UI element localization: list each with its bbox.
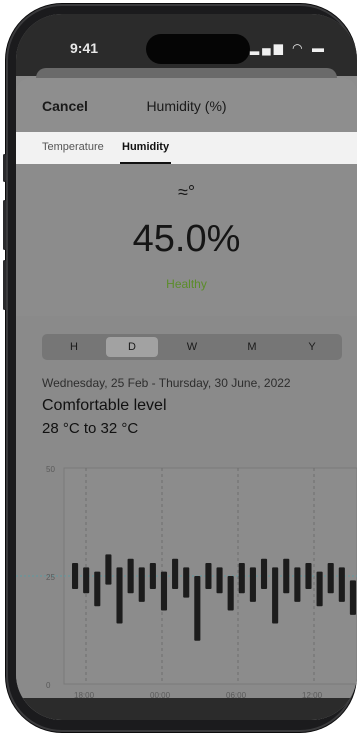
chart-bar bbox=[205, 563, 212, 589]
segment-hour[interactable]: H bbox=[48, 337, 100, 357]
chart-bar bbox=[283, 558, 290, 594]
chart-y-tick-label: 50 bbox=[46, 465, 55, 474]
humidity-summary: ≈° 45.0% Healthy bbox=[16, 164, 357, 314]
date-range: Wednesday, 25 Feb - Thursday, 30 June, 2… bbox=[42, 376, 291, 390]
chart-bar bbox=[249, 567, 256, 602]
chart-bar bbox=[127, 558, 134, 594]
status-label: Healthy bbox=[166, 277, 207, 291]
comfort-level-title: Comfortable level bbox=[42, 397, 167, 414]
chart-bar bbox=[160, 571, 168, 611]
segment-year[interactable]: Y bbox=[286, 337, 338, 357]
status-icons: ▂▄▆ ◠ ▬ bbox=[249, 41, 327, 55]
chart-bar bbox=[105, 554, 112, 585]
mute-switch bbox=[3, 154, 6, 182]
status-time: 9:41 bbox=[70, 40, 99, 56]
chart-bar bbox=[194, 576, 201, 641]
chart-bar bbox=[294, 567, 301, 602]
chart-bar bbox=[327, 563, 334, 594]
phone-frame: 9:41 ▂▄▆ ◠ ▬ Cancel Humidity (%) Tempera… bbox=[3, 4, 357, 732]
chart-y-tick-label: 25 bbox=[46, 573, 55, 582]
chart-bar bbox=[216, 567, 223, 594]
chart-bar bbox=[138, 567, 145, 602]
volume-up-button bbox=[3, 200, 6, 250]
chart-bar bbox=[149, 563, 156, 589]
segment-week[interactable]: W bbox=[166, 337, 218, 357]
humidity-value: 45.0% bbox=[132, 218, 241, 260]
status-bar: 9:41 ▂▄▆ ◠ ▬ bbox=[16, 14, 357, 76]
chart-bar bbox=[183, 567, 190, 598]
tab-humidity[interactable]: Humidity bbox=[119, 141, 172, 164]
humidity-chart[interactable]: 50250 18:00 00:00 06:00 12:00 bbox=[16, 456, 357, 706]
chart-bar bbox=[238, 563, 245, 594]
history-card: H D W M Y Wednesday, 25 Feb - Thursday, … bbox=[16, 316, 357, 720]
home-bar-area bbox=[16, 698, 357, 720]
chart-y-tick-label: 0 bbox=[46, 681, 51, 690]
page-title: Humidity (%) bbox=[146, 98, 227, 114]
chart-bar bbox=[116, 567, 123, 624]
tab-temperature[interactable]: Temperature bbox=[42, 141, 104, 153]
chart-bar bbox=[349, 580, 356, 615]
chart-bar bbox=[338, 567, 345, 602]
volume-down-button bbox=[3, 260, 6, 310]
period-segmented-control: H D W M Y bbox=[42, 334, 342, 360]
dynamic-island bbox=[146, 34, 250, 64]
modal-header: Cancel Humidity (%) bbox=[16, 78, 357, 132]
screen: 9:41 ▂▄▆ ◠ ▬ Cancel Humidity (%) Tempera… bbox=[16, 14, 357, 720]
segment-day[interactable]: D bbox=[106, 337, 158, 357]
chart-bar bbox=[316, 571, 323, 607]
comfort-temperature-range: 28 °C to 32 °C bbox=[42, 420, 139, 437]
segment-month[interactable]: M bbox=[226, 337, 278, 357]
chart-bar bbox=[94, 571, 101, 607]
chart-bar bbox=[260, 558, 268, 589]
tab-bar: Temperature Humidity bbox=[16, 132, 357, 165]
chart-bar bbox=[272, 567, 279, 624]
chart-bar bbox=[72, 563, 79, 589]
chart-bar bbox=[83, 567, 90, 594]
humidity-icon: ≈° bbox=[177, 182, 196, 202]
chart-bar bbox=[227, 576, 234, 611]
chart-bar bbox=[172, 558, 179, 589]
chart-bar bbox=[305, 563, 312, 589]
